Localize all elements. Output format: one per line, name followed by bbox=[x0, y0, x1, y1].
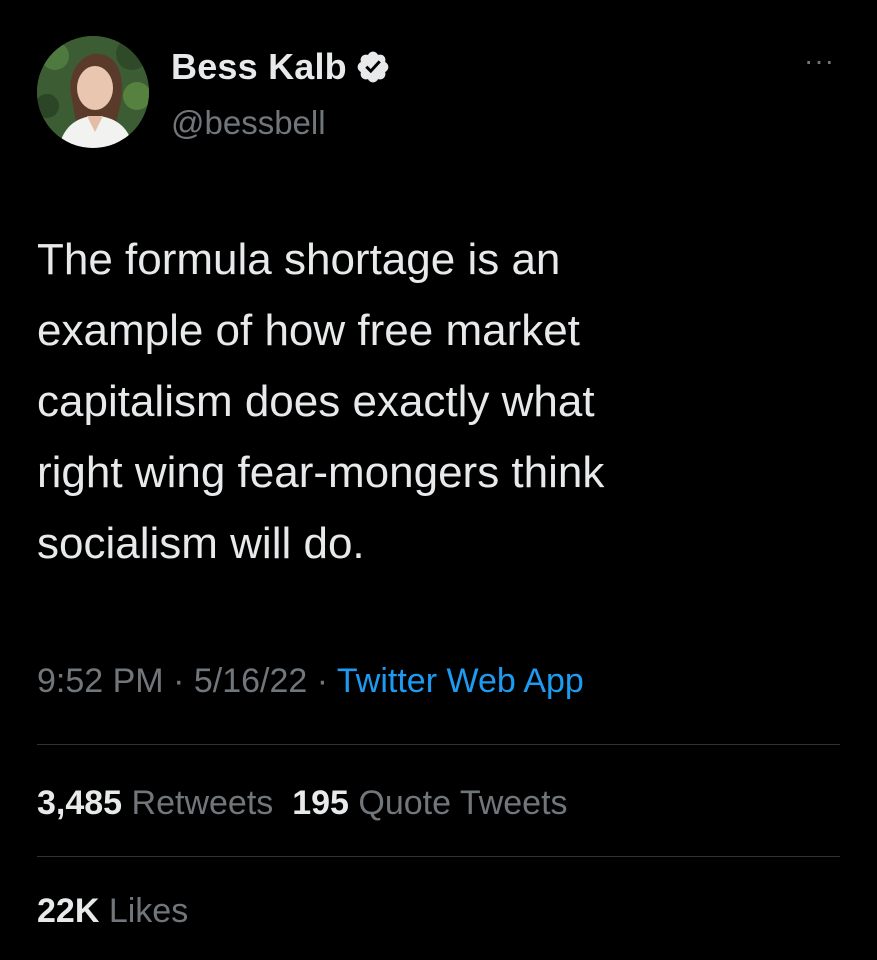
tweet-time[interactable]: 9:52 PM bbox=[37, 662, 164, 700]
verified-badge-icon bbox=[355, 49, 391, 85]
display-name[interactable]: Bess Kalb bbox=[171, 46, 347, 88]
avatar[interactable] bbox=[37, 36, 149, 148]
engagement-stats-row: 3,485 Retweets 195 Quote Tweets bbox=[37, 784, 568, 823]
retweets-stat[interactable]: 3,485 Retweets bbox=[37, 784, 273, 822]
profile-photo-icon bbox=[37, 36, 149, 148]
tweet-meta: 9:52 PM · 5/16/22 · Twitter Web App bbox=[37, 662, 584, 701]
more-options-icon[interactable]: ··· bbox=[804, 47, 835, 75]
likes-count: 22K bbox=[37, 892, 100, 930]
meta-separator: · bbox=[163, 662, 194, 700]
likes-label: Likes bbox=[108, 892, 189, 930]
quote-tweets-label: Quote Tweets bbox=[358, 784, 568, 822]
tweet-date[interactable]: 5/16/22 bbox=[194, 662, 307, 700]
quote-tweets-count: 195 bbox=[292, 784, 349, 822]
name-row: Bess Kalb bbox=[171, 46, 391, 88]
tweet-text: The formula shortage is an example of ho… bbox=[37, 235, 605, 568]
retweets-label: Retweets bbox=[131, 784, 274, 822]
tweet-source-link[interactable]: Twitter Web App bbox=[337, 662, 584, 700]
meta-separator: · bbox=[307, 662, 337, 700]
retweets-count: 3,485 bbox=[37, 784, 123, 822]
divider bbox=[37, 856, 840, 857]
likes-stat[interactable]: 22K Likes bbox=[37, 892, 188, 931]
tweet-header: Bess Kalb @bessbell ··· bbox=[37, 36, 837, 156]
divider bbox=[37, 744, 840, 745]
quote-tweets-stat[interactable]: 195 Quote Tweets bbox=[292, 784, 567, 822]
user-handle[interactable]: @bessbell bbox=[171, 104, 326, 142]
